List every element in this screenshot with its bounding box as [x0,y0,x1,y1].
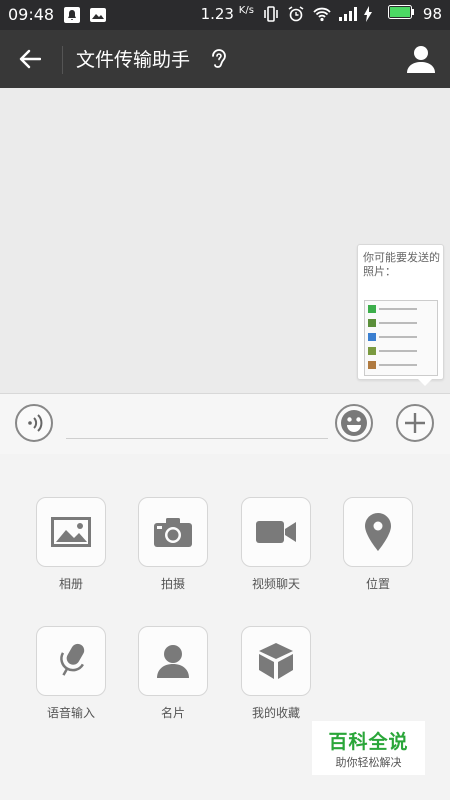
charging-bolt-icon [363,6,379,22]
suggested-photo-thumbnail[interactable] [364,300,438,376]
album-button[interactable] [36,497,106,567]
picture-icon [51,517,91,547]
camera-label: 拍摄 [160,577,185,591]
notification-bell-icon [64,6,81,23]
watermark-subtitle: 助你轻松解决 [335,756,402,769]
back-button[interactable] [10,42,50,76]
voice-toggle-button[interactable] [15,404,53,442]
message-input-bar [0,393,450,455]
person-card-icon [157,645,189,678]
voice-input-button[interactable] [36,626,106,696]
image-notification-icon [90,7,107,23]
battery-percent: 98 [422,5,442,23]
more-options-button[interactable] [396,404,434,442]
app-header: 文件传输助手 [0,30,450,88]
arrow-left-icon [19,49,41,69]
status-time: 09:48 [8,5,55,24]
album-label: 相册 [58,577,83,591]
video-chat-label: 视频聊天 [251,577,300,591]
camera-button[interactable] [138,497,208,567]
cube-icon [259,643,293,679]
video-chat-button[interactable] [241,497,311,567]
video-camera-icon [256,521,296,543]
network-speed: 1.23 K/s [200,5,254,23]
alarm-clock-icon [288,6,304,22]
user-icon [407,46,435,73]
header-divider [62,46,63,74]
status-bar: 09:48 1.23 K/s 98 [0,0,450,30]
voice-input-label: 语音输入 [46,706,95,720]
location-label: 位置 [365,577,390,591]
smiley-icon [341,410,367,436]
battery-icon [387,5,414,23]
signal-icon [338,6,357,22]
voice-icon [28,414,43,432]
earpiece-mode-icon [209,47,229,71]
chat-info-button[interactable] [406,44,436,74]
camera-icon [154,518,192,547]
emoji-button[interactable] [335,404,373,442]
message-input[interactable] [66,406,328,439]
suggested-photo-text: 你可能要发送的照片： [363,251,440,278]
plus-icon [405,413,425,433]
location-button[interactable] [343,497,413,567]
vibrate-icon [263,6,279,22]
contact-card-button[interactable] [138,626,208,696]
watermark-title: 百科全说 [328,731,409,753]
page-title: 文件传输助手 [76,49,191,71]
location-pin-icon [365,513,391,551]
contact-card-label: 名片 [160,706,185,720]
watermark-logo: 百科全说 助你轻松解决 [312,721,425,775]
wifi-icon [313,6,331,22]
favorites-label: 我的收藏 [251,706,300,720]
microphone-icon [60,643,85,676]
suggested-photo-popup[interactable]: 你可能要发送的照片： [357,244,444,386]
favorites-button[interactable] [241,626,311,696]
